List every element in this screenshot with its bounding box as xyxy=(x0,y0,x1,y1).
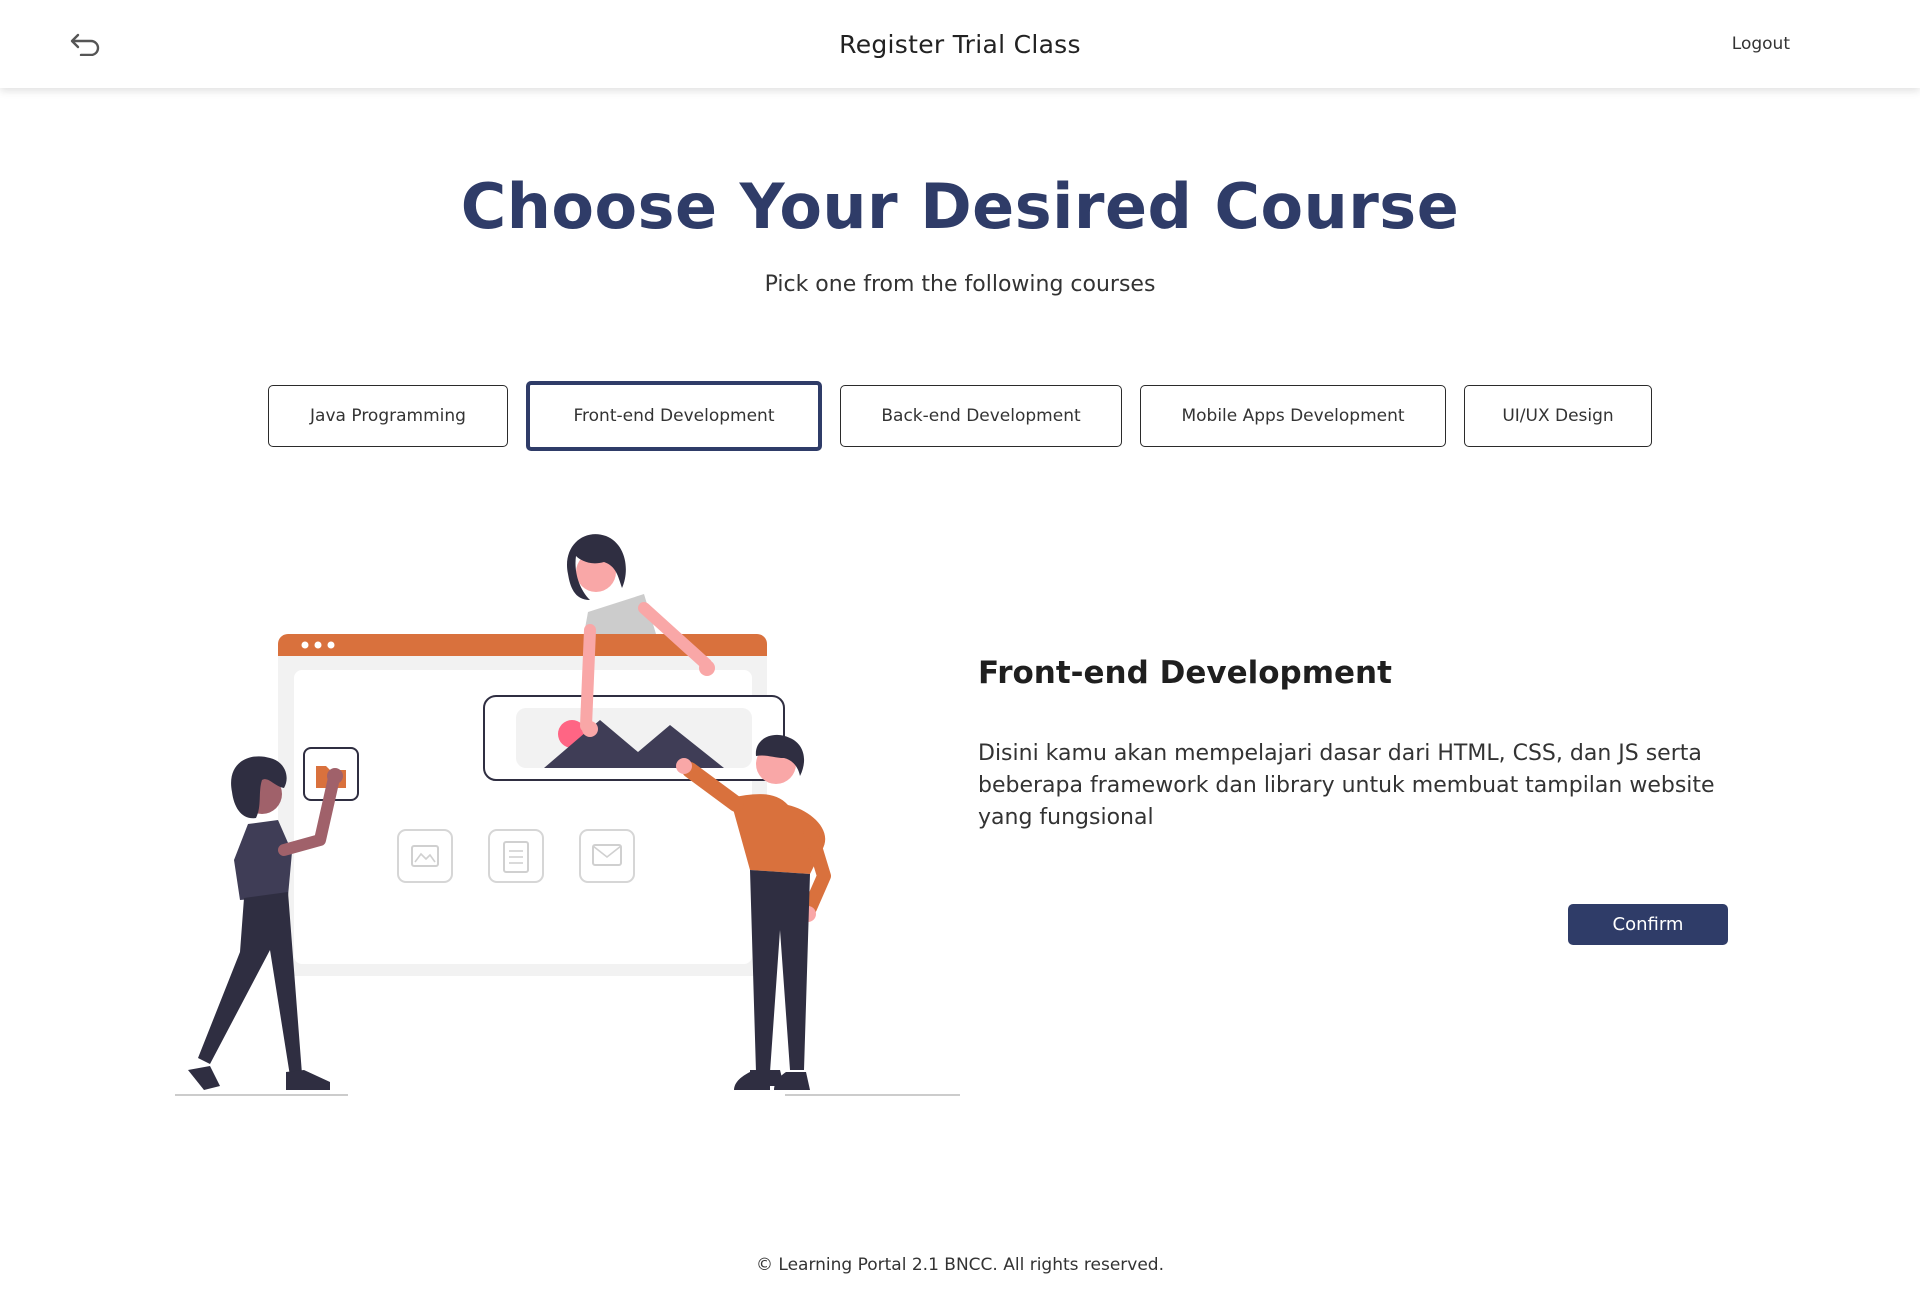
course-tab-mobile-apps-development[interactable]: Mobile Apps Development xyxy=(1140,385,1446,447)
browser-window xyxy=(278,634,767,976)
course-tabs: Java Programming Front-end Development B… xyxy=(0,381,1920,451)
footer-copyright: © Learning Portal 2.1 BNCC. All rights r… xyxy=(756,1255,1164,1275)
illustration-svg xyxy=(175,534,960,1096)
course-detail-description: Disini kamu akan mempelajari dasar dari … xyxy=(978,741,1715,830)
image-icon xyxy=(397,829,453,883)
course-tab-back-end-development[interactable]: Back-end Development xyxy=(840,385,1122,447)
course-tab-front-end-development[interactable]: Front-end Development xyxy=(526,381,822,451)
back-button[interactable] xyxy=(62,26,108,62)
undo-arrow-icon xyxy=(70,33,100,56)
course-tab-ui-ux-design[interactable]: UI/UX Design xyxy=(1464,385,1652,447)
hero-subtitle: Pick one from the following courses xyxy=(764,272,1156,297)
page-title: Register Trial Class xyxy=(839,29,1081,59)
hero-title: Choose Your Desired Course xyxy=(460,170,1460,243)
course-illustration xyxy=(170,530,970,1100)
image-card xyxy=(483,695,785,781)
top-bar: Register Trial Class Logout xyxy=(0,0,1920,88)
logout-link[interactable]: Logout xyxy=(1732,0,1790,88)
course-tab-java-programming[interactable]: Java Programming xyxy=(268,385,508,447)
mail-icon xyxy=(579,829,635,883)
confirm-button[interactable]: Confirm xyxy=(1568,904,1728,945)
course-detail-title: Front-end Development xyxy=(978,655,1392,691)
document-icon xyxy=(488,829,544,883)
